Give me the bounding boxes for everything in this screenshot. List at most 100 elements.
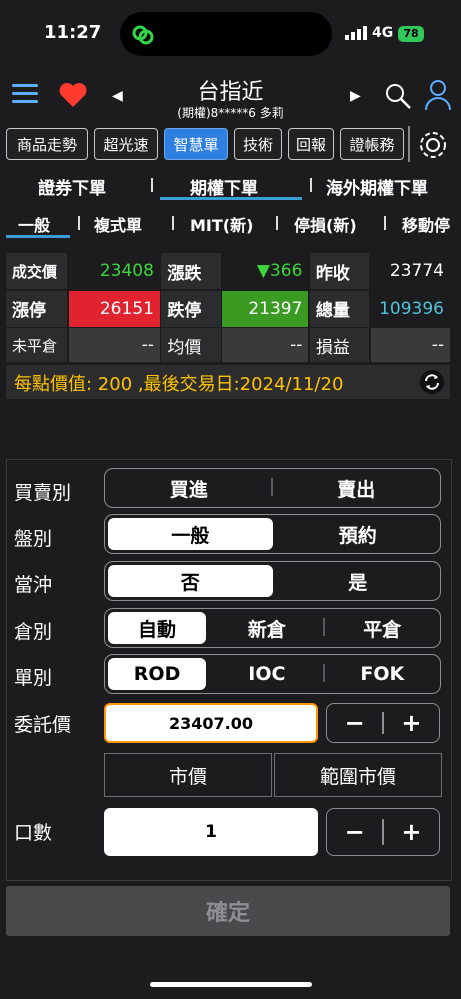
tool-smart-order-button[interactable]: 智慧單 [164, 128, 228, 160]
tab-separator [151, 178, 153, 192]
sell-option-label: 賣出 [337, 478, 376, 501]
previous-close: 23774 [370, 253, 450, 289]
tab-active-underline [160, 197, 302, 200]
sell-option[interactable]: 賣出 [273, 469, 441, 507]
daytrade-selector[interactable]: 否 是 [104, 561, 441, 601]
user-profile-icon[interactable] [424, 79, 452, 111]
price-decrease-button[interactable]: − [327, 704, 382, 742]
confirm-button[interactable]: 確定 [6, 886, 450, 936]
price-increase-button[interactable]: + [384, 704, 439, 742]
daytrade-no-option[interactable]: 否 [108, 565, 273, 597]
subtab-general[interactable]: 一般 [18, 212, 50, 236]
position-selector[interactable]: 自動 新倉 平倉 [104, 608, 441, 648]
quantity-increase-button[interactable]: + [384, 809, 439, 855]
average-price: -- [222, 328, 309, 362]
position-new-option[interactable]: 新倉 [209, 609, 325, 647]
last-price: 23408 [68, 253, 160, 289]
tab-stock-order[interactable]: 證券下單 [38, 174, 106, 199]
quote-row: 漲停 26151 跌停 21397 總量 109396 [6, 290, 450, 327]
session-label: 盤別 [14, 528, 53, 550]
refresh-icon[interactable] [420, 370, 444, 394]
subtab-stop-loss[interactable]: 停損(新) [294, 212, 357, 236]
position-auto-label: 自動 [138, 618, 177, 641]
quote-row: 未平倉 -- 均價 -- 損益 -- [6, 328, 450, 362]
session-general-label: 一般 [171, 524, 210, 547]
profit-loss: -- [370, 328, 450, 362]
quote-label: 未平倉 [6, 328, 68, 362]
daytrade-label: 當沖 [14, 574, 53, 596]
total-volume: 109396 [370, 290, 450, 327]
home-indicator[interactable] [150, 982, 312, 987]
order-type-ioc-option[interactable]: IOC [209, 655, 325, 693]
quote-label: 均價 [161, 328, 221, 362]
quote-label: 損益 [309, 328, 370, 362]
side-label: 買賣別 [14, 482, 72, 504]
position-label: 倉別 [14, 621, 53, 643]
quantity-decrease-button[interactable]: − [327, 809, 382, 855]
network-type: 4G [372, 25, 394, 41]
range-market-price-button[interactable]: 範圍市價 [274, 753, 442, 797]
side-selector[interactable]: 買進 賣出 [104, 468, 441, 508]
toolbar-divider [408, 126, 410, 162]
limit-down: 21397 [222, 290, 309, 327]
quantity-stepper[interactable]: − + [326, 808, 440, 856]
session-general-option[interactable]: 一般 [108, 518, 273, 550]
status-time: 11:27 [44, 22, 102, 43]
quote-row: 成交價 23408 漲跌 ▼366 昨收 23774 [6, 253, 450, 289]
tab-separator [310, 178, 312, 192]
battery-icon: 78 [398, 26, 424, 42]
tool-report-button[interactable]: 回報 [288, 128, 334, 160]
buy-option[interactable]: 買進 [105, 469, 273, 507]
subtab-combo[interactable]: 複式單 [94, 212, 142, 236]
position-auto-option[interactable]: 自動 [108, 612, 207, 644]
quantity-input[interactable]: 1 [104, 808, 318, 856]
subtab-trailing-stop[interactable]: 移動停 [402, 212, 450, 236]
tab-overseas-order[interactable]: 海外期權下單 [326, 174, 428, 199]
order-type-ioc-label: IOC [248, 663, 286, 685]
price-stepper[interactable]: − + [326, 703, 440, 743]
quote-label: 總量 [309, 290, 370, 327]
quote-label: 漲跌 [161, 253, 221, 289]
daytrade-no-label: 否 [180, 571, 200, 594]
quote-label: 成交價 [6, 253, 68, 289]
signal-icon [345, 26, 367, 40]
subtab-mit[interactable]: MIT(新) [190, 212, 253, 236]
price-input[interactable]: 23407.00 [104, 703, 318, 743]
session-reserve-option[interactable]: 預約 [276, 515, 441, 553]
subtab-separator [384, 216, 386, 230]
daytrade-yes-option[interactable]: 是 [276, 562, 441, 600]
session-selector[interactable]: 一般 預約 [104, 514, 441, 554]
order-type-rod-option[interactable]: ROD [108, 658, 207, 690]
order-type-fok-option[interactable]: FOK [325, 655, 440, 693]
tool-account-button[interactable]: 證帳務 [340, 128, 404, 160]
settings-gear-icon[interactable] [416, 128, 450, 162]
position-close-label: 平倉 [363, 618, 402, 641]
search-icon[interactable] [384, 82, 412, 110]
subtab-separator [172, 216, 174, 230]
tool-technical-button[interactable]: 技術 [234, 128, 282, 160]
quote-label: 昨收 [309, 253, 370, 289]
position-close-option[interactable]: 平倉 [325, 609, 440, 647]
order-type-label: 單別 [14, 667, 53, 689]
price-change: ▼366 [222, 253, 309, 289]
contract-info-text: 每點價值: 200 ,最後交易日:2024/11/20 [14, 374, 344, 395]
order-type-selector[interactable]: ROD IOC FOK [104, 654, 441, 694]
market-price-button[interactable]: 市價 [104, 753, 272, 797]
tab-futures-order[interactable]: 期權下單 [190, 174, 258, 199]
quote-label: 漲停 [6, 290, 68, 327]
price-label: 委託價 [14, 714, 72, 736]
limit-up: 26151 [68, 290, 160, 327]
subtab-separator [276, 216, 278, 230]
next-arrow-icon[interactable]: ▶ [350, 88, 361, 104]
subtab-active-underline [6, 235, 70, 238]
subtab-separator [78, 216, 80, 230]
buy-option-label: 買進 [169, 478, 208, 501]
quantity-label: 口數 [14, 822, 53, 844]
quote-label: 跌停 [161, 290, 221, 327]
order-type-rod-label: ROD [133, 663, 181, 685]
tool-express-button[interactable]: 超光速 [94, 128, 158, 160]
link-app-icon [132, 25, 154, 45]
order-type-fok-label: FOK [360, 663, 405, 685]
session-reserve-label: 預約 [338, 524, 377, 547]
tool-chart-button[interactable]: 商品走勢 [6, 128, 88, 160]
